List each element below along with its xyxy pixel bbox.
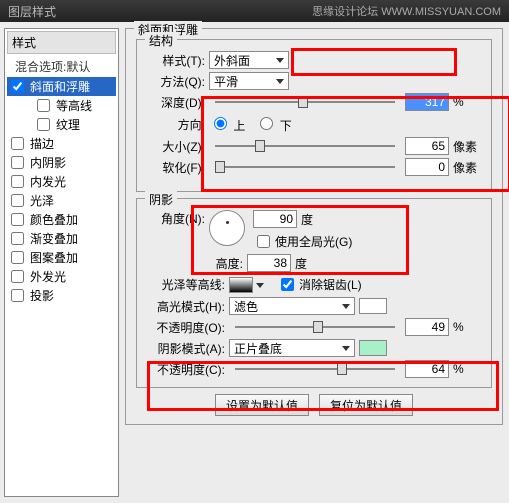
sidebar-item-label: 内阴影 bbox=[30, 154, 66, 171]
sidebar-checkbox[interactable] bbox=[11, 156, 24, 169]
hl-opacity-label: 不透明度(O): bbox=[145, 319, 225, 336]
sidebar-checkbox[interactable] bbox=[37, 118, 50, 131]
size-slider[interactable] bbox=[215, 139, 395, 153]
sh-mode-label: 阴影模式(A): bbox=[145, 340, 225, 357]
sidebar-checkbox[interactable] bbox=[11, 289, 24, 302]
shading-subgroup: 阴影 角度(N): 90 度 使用全局光(G) 高度: 38 bbox=[136, 198, 492, 388]
angle-input[interactable]: 90 bbox=[253, 210, 297, 228]
sidebar-item-7[interactable]: 颜色叠加 bbox=[7, 210, 116, 229]
sidebar-item-4[interactable]: 内阴影 bbox=[7, 153, 116, 172]
altitude-input[interactable]: 38 bbox=[247, 254, 291, 272]
gloss-contour-picker[interactable] bbox=[229, 277, 253, 293]
sidebar-item-0[interactable]: 斜面和浮雕 bbox=[7, 77, 116, 96]
depth-input[interactable]: 317 bbox=[405, 93, 449, 111]
soften-slider[interactable] bbox=[215, 160, 395, 174]
sidebar-checkbox[interactable] bbox=[11, 137, 24, 150]
sidebar-item-label: 斜面和浮雕 bbox=[30, 78, 90, 95]
soften-input[interactable]: 0 bbox=[405, 158, 449, 176]
sidebar-item-label: 渐变叠加 bbox=[30, 230, 78, 247]
chevron-down-icon bbox=[342, 304, 350, 309]
sidebar-checkbox[interactable] bbox=[11, 80, 24, 93]
dialog-title: 图层样式 bbox=[8, 3, 56, 20]
depth-slider[interactable] bbox=[215, 95, 395, 109]
style-select[interactable]: 外斜面 bbox=[209, 51, 289, 69]
direction-up-radio[interactable]: 上 bbox=[209, 114, 245, 134]
bevel-group: 斜面和浮雕 结构 样式(T): 外斜面 方法(Q): 平滑 bbox=[125, 28, 503, 425]
sidebar-item-label: 投影 bbox=[30, 287, 54, 304]
hl-mode-select[interactable]: 滤色 bbox=[229, 297, 355, 315]
sh-opacity-slider[interactable] bbox=[235, 362, 395, 376]
chevron-down-icon bbox=[276, 58, 284, 63]
sidebar-checkbox[interactable] bbox=[11, 175, 24, 188]
depth-label: 深度(D): bbox=[145, 94, 205, 111]
antialias-checkbox[interactable]: 消除锯齿(L) bbox=[277, 275, 362, 294]
style-value: 外斜面 bbox=[214, 52, 250, 69]
sh-color-swatch[interactable] bbox=[359, 340, 387, 356]
chevron-down-icon bbox=[276, 79, 284, 84]
hl-mode-label: 高光模式(H): bbox=[145, 298, 225, 315]
blending-options[interactable]: 混合选项:默认 bbox=[7, 56, 116, 77]
sidebar-item-label: 图案叠加 bbox=[30, 249, 78, 266]
direction-label: 方向: bbox=[145, 116, 205, 133]
structure-title: 结构 bbox=[145, 32, 177, 49]
sidebar-item-label: 内发光 bbox=[30, 173, 66, 190]
hl-opacity-unit: % bbox=[453, 320, 483, 334]
hl-opacity-slider[interactable] bbox=[235, 320, 395, 334]
soften-label: 软化(F): bbox=[145, 159, 205, 176]
size-unit: 像素 bbox=[453, 138, 483, 155]
sidebar-item-label: 外发光 bbox=[30, 268, 66, 285]
sh-opacity-label: 不透明度(C): bbox=[145, 361, 225, 378]
sidebar-item-label: 光泽 bbox=[30, 192, 54, 209]
sidebar-item-label: 纹理 bbox=[56, 116, 80, 133]
sidebar-item-5[interactable]: 内发光 bbox=[7, 172, 116, 191]
sidebar-checkbox[interactable] bbox=[11, 232, 24, 245]
hl-color-swatch[interactable] bbox=[359, 298, 387, 314]
sidebar-checkbox[interactable] bbox=[11, 213, 24, 226]
sidebar-header: 样式 bbox=[7, 31, 116, 54]
technique-value: 平滑 bbox=[214, 73, 238, 90]
sh-opacity-input[interactable]: 64 bbox=[405, 360, 449, 378]
altitude-unit: 度 bbox=[295, 255, 307, 272]
angle-label: 角度(N): bbox=[145, 210, 205, 227]
technique-label: 方法(Q): bbox=[145, 73, 205, 90]
set-default-button[interactable]: 设置为默认值 bbox=[215, 394, 309, 416]
sidebar-item-1[interactable]: 等高线 bbox=[7, 96, 116, 115]
sh-opacity-unit: % bbox=[453, 362, 483, 376]
sidebar-checkbox[interactable] bbox=[11, 270, 24, 283]
sidebar-item-label: 描边 bbox=[30, 135, 54, 152]
hl-opacity-input[interactable]: 49 bbox=[405, 318, 449, 336]
sidebar-item-6[interactable]: 光泽 bbox=[7, 191, 116, 210]
size-input[interactable]: 65 bbox=[405, 137, 449, 155]
depth-unit: % bbox=[453, 95, 483, 109]
sidebar-checkbox[interactable] bbox=[11, 251, 24, 264]
chevron-down-icon bbox=[342, 346, 350, 351]
reset-default-button[interactable]: 复位为默认值 bbox=[319, 394, 413, 416]
brand-watermark: 思缘设计论坛 WWW.MISSYUAN.COM bbox=[312, 3, 501, 19]
sidebar-item-2[interactable]: 纹理 bbox=[7, 115, 116, 134]
styles-sidebar: 样式 混合选项:默认 斜面和浮雕等高线纹理描边内阴影内发光光泽颜色叠加渐变叠加图… bbox=[4, 28, 119, 497]
angle-unit: 度 bbox=[301, 211, 313, 228]
sidebar-checkbox[interactable] bbox=[37, 99, 50, 112]
sh-mode-select[interactable]: 正片叠底 bbox=[229, 339, 355, 357]
sidebar-item-9[interactable]: 图案叠加 bbox=[7, 248, 116, 267]
altitude-label: 高度: bbox=[145, 255, 243, 272]
soften-unit: 像素 bbox=[453, 159, 483, 176]
style-label: 样式(T): bbox=[145, 52, 205, 69]
gloss-label: 光泽等高线: bbox=[145, 276, 225, 293]
structure-subgroup: 结构 样式(T): 外斜面 方法(Q): 平滑 深度(D bbox=[136, 39, 492, 192]
sidebar-item-11[interactable]: 投影 bbox=[7, 286, 116, 305]
direction-down-radio[interactable]: 下 bbox=[255, 114, 291, 134]
size-label: 大小(Z): bbox=[145, 138, 205, 155]
sidebar-item-8[interactable]: 渐变叠加 bbox=[7, 229, 116, 248]
global-light-checkbox[interactable]: 使用全局光(G) bbox=[253, 232, 352, 251]
sidebar-item-10[interactable]: 外发光 bbox=[7, 267, 116, 286]
angle-dial[interactable] bbox=[209, 210, 245, 246]
sidebar-item-label: 等高线 bbox=[56, 97, 92, 114]
shading-title: 阴影 bbox=[145, 191, 177, 208]
sidebar-item-label: 颜色叠加 bbox=[30, 211, 78, 228]
sidebar-checkbox[interactable] bbox=[11, 194, 24, 207]
technique-select[interactable]: 平滑 bbox=[209, 72, 289, 90]
sidebar-item-3[interactable]: 描边 bbox=[7, 134, 116, 153]
